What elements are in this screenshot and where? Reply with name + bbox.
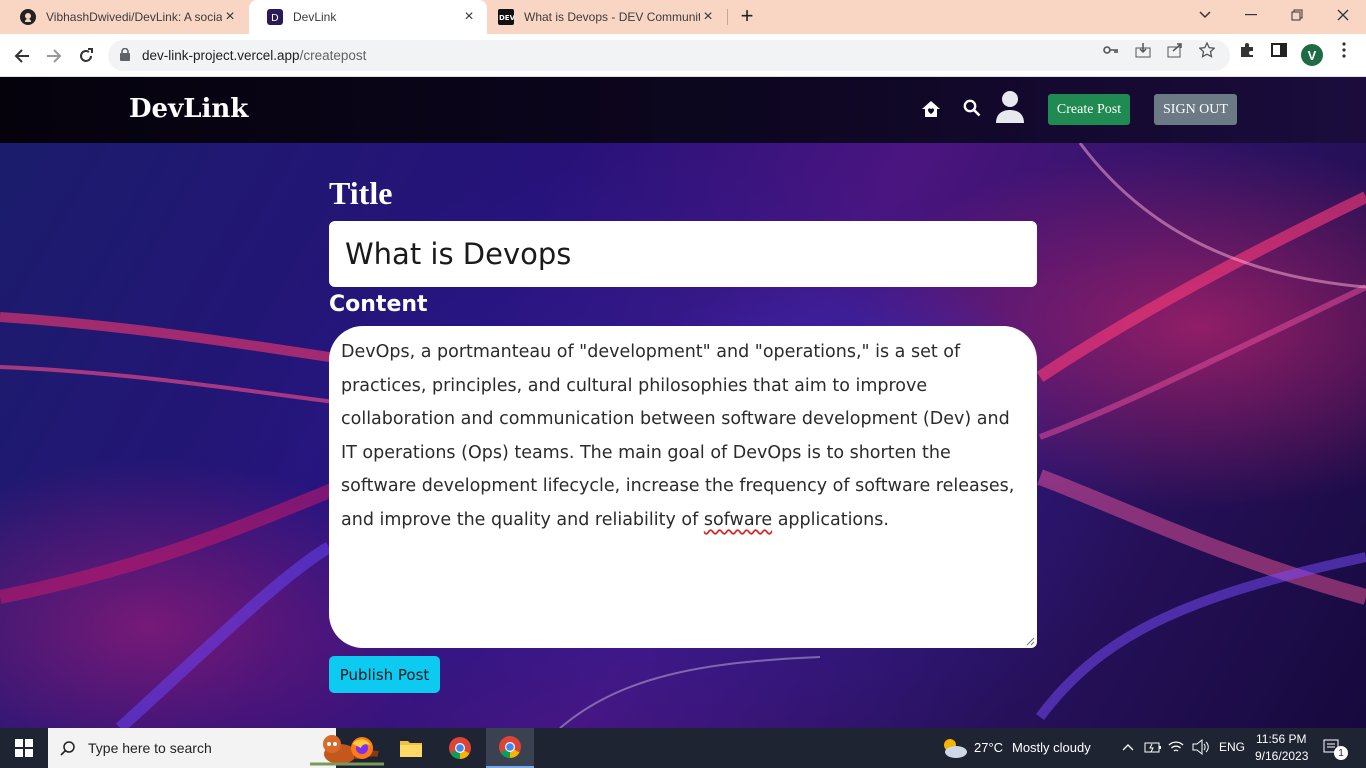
restore-button[interactable]: [1274, 0, 1320, 30]
language-indicator[interactable]: ENG: [1219, 740, 1245, 754]
clock-date[interactable]: 9/16/2023: [1255, 749, 1308, 763]
home-icon[interactable]: [920, 98, 942, 120]
new-tab-button[interactable]: +: [736, 5, 758, 28]
profile-avatar[interactable]: V: [1301, 44, 1323, 66]
tab-dev-community[interactable]: DEV What is Devops - DEV Communit ×: [480, 0, 726, 34]
start-button[interactable]: [0, 728, 48, 768]
browser-tab-strip: VibhashDwivedi/DevLink: A socia × D DevL…: [0, 0, 1366, 34]
windows-taskbar: Type here to search 27°C Mostly cloudy E…: [0, 728, 1366, 768]
tab-github[interactable]: VibhashDwivedi/DevLink: A socia ×: [2, 0, 248, 34]
weather-temperature[interactable]: 27°C: [974, 740, 1003, 755]
reload-icon: [80, 48, 93, 62]
tab-search-button[interactable]: [1182, 0, 1228, 30]
publish-post-button[interactable]: Publish Post: [329, 656, 440, 693]
address-bar[interactable]: dev-link-project.vercel.app/createpost: [108, 40, 1230, 71]
chrome-taskbar-icon[interactable]: [436, 728, 484, 768]
content-text-end: applications.: [772, 509, 889, 530]
github-icon: [20, 9, 36, 25]
close-tab-icon[interactable]: ×: [700, 9, 716, 25]
brand-logo[interactable]: DevLink: [129, 94, 248, 124]
chrome-active-taskbar-icon[interactable]: [486, 728, 534, 768]
notification-badge: 1: [1334, 746, 1348, 760]
title-input[interactable]: What is Devops: [329, 221, 1037, 287]
tab-title: DevLink: [293, 10, 337, 24]
more-menu-icon[interactable]: [1335, 41, 1353, 59]
user-profile-icon[interactable]: [994, 90, 1026, 124]
file-explorer-taskbar-icon[interactable]: [387, 728, 435, 768]
extensions-puzzle-icon[interactable]: [1238, 41, 1256, 59]
tab-title: VibhashDwivedi/DevLink: A socia: [46, 10, 222, 24]
title-label: Title: [329, 175, 393, 211]
content-label: Content: [329, 292, 428, 317]
install-app-icon[interactable]: [1134, 41, 1152, 59]
tab-title: What is Devops - DEV Communit: [524, 10, 700, 24]
volume-icon[interactable]: [1192, 739, 1210, 755]
arrow-right-icon: [47, 49, 62, 63]
close-tab-icon[interactable]: ×: [222, 9, 238, 25]
weather-description[interactable]: Mostly cloudy: [1012, 740, 1091, 755]
page-background: DevLink Create Post SIGN OUT Title What …: [0, 77, 1366, 728]
sign-out-button[interactable]: SIGN OUT: [1154, 94, 1237, 125]
search-icon: [60, 741, 75, 756]
svg-text:D: D: [271, 13, 279, 24]
content-textarea[interactable]: DevOps, a portmanteau of "development" a…: [329, 326, 1037, 648]
restore-icon: [1291, 9, 1303, 21]
notification-center-button[interactable]: 1: [1318, 736, 1348, 762]
side-panel-icon[interactable]: [1270, 41, 1288, 59]
lock-icon[interactable]: [120, 47, 130, 66]
tab-devlink[interactable]: D DevLink ×: [249, 0, 487, 34]
resize-handle-icon[interactable]: [1025, 636, 1035, 646]
tab-separator: [727, 9, 728, 25]
taskbar-search-box[interactable]: Type here to search: [48, 728, 384, 768]
key-icon[interactable]: [1102, 41, 1120, 59]
battery-icon[interactable]: [1144, 740, 1162, 754]
app-navbar: DevLink Create Post SIGN OUT: [0, 77, 1366, 143]
chevron-down-icon: [1199, 11, 1211, 19]
bookmark-star-icon[interactable]: [1198, 41, 1216, 59]
forward-button[interactable]: [40, 42, 68, 70]
firefox-taskbar-icon[interactable]: [338, 728, 386, 768]
chevron-up-icon[interactable]: [1122, 743, 1134, 751]
browser-toolbar: dev-link-project.vercel.app/createpost V: [0, 34, 1366, 77]
back-button[interactable]: [8, 42, 36, 70]
misspelled-word[interactable]: sofware: [704, 510, 772, 530]
minimize-button[interactable]: [1228, 0, 1274, 30]
close-icon: [1337, 9, 1349, 21]
content-text: DevOps, a portmanteau of "development" a…: [341, 342, 1015, 530]
search-icon[interactable]: [962, 98, 982, 118]
share-icon[interactable]: [1166, 41, 1184, 59]
dev-to-icon: DEV: [498, 9, 514, 25]
search-placeholder: Type here to search: [88, 740, 212, 756]
arrow-left-icon: [14, 49, 29, 63]
url-text: dev-link-project.vercel.app/createpost: [142, 48, 367, 63]
windows-logo-icon: [15, 739, 33, 757]
close-tab-icon[interactable]: ×: [461, 9, 477, 25]
devlink-favicon: D: [267, 9, 283, 25]
weather-cloudy-icon[interactable]: [940, 736, 968, 760]
minimize-icon: [1245, 14, 1257, 16]
create-post-button[interactable]: Create Post: [1048, 94, 1130, 125]
clock-time[interactable]: 11:56 PM: [1256, 732, 1306, 746]
close-window-button[interactable]: [1320, 0, 1366, 30]
svg-text:DEV: DEV: [499, 14, 514, 22]
reload-button[interactable]: [72, 42, 100, 70]
wifi-icon[interactable]: [1168, 739, 1184, 755]
